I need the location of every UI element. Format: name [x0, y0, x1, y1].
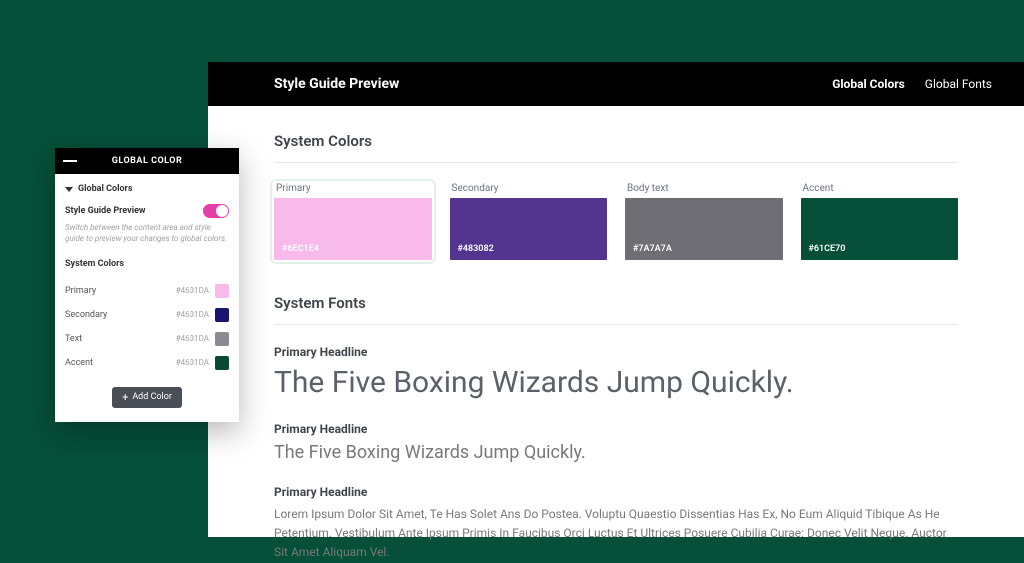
font-label: Primary Headline: [274, 485, 958, 499]
panel-subtitle: System Colors: [65, 259, 229, 269]
style-guide-preview-toggle-row: Style Guide Preview: [65, 204, 229, 218]
font-block-primary-lg: Primary Headline The Five Boxing Wizards…: [274, 345, 958, 400]
color-hex: #4631DA: [176, 358, 209, 367]
preview-title: Style Guide Preview: [274, 76, 399, 92]
divider: [274, 324, 958, 325]
swatch-row: Primary #6EC1E4 Secondary #483082 Body t…: [274, 183, 958, 260]
color-hex: #4631DA: [176, 334, 209, 343]
color-chip[interactable]: [215, 308, 229, 322]
nav-global-fonts[interactable]: Global Fonts: [925, 77, 992, 91]
plus-icon: +: [122, 392, 128, 403]
color-hex: #4631DA: [176, 286, 209, 295]
color-hex: #4631DA: [176, 310, 209, 319]
swatch-color: #483082: [450, 198, 608, 260]
system-fonts-title: System Fonts: [274, 294, 958, 312]
font-sample: The Five Boxing Wizards Jump Quickly.: [274, 365, 958, 400]
swatch-hex: #483082: [458, 244, 494, 254]
preview-header: Style Guide Preview Global Colors Global…: [208, 62, 1024, 106]
color-row-text[interactable]: Text #4631DA: [65, 327, 229, 351]
toggle-hint: Switch between the content area and styl…: [65, 223, 229, 245]
swatch-label: Primary: [274, 183, 432, 194]
swatch-color: #6EC1E4: [274, 198, 432, 260]
swatch-label: Accent: [801, 183, 959, 194]
divider: [274, 162, 958, 163]
font-label: Primary Headline: [274, 345, 958, 359]
color-row-primary[interactable]: Primary #4631DA: [65, 279, 229, 303]
swatch-secondary[interactable]: Secondary #483082: [450, 183, 608, 260]
swatch-label: Secondary: [450, 183, 608, 194]
color-name: Secondary: [65, 310, 107, 320]
color-name: Primary: [65, 286, 96, 296]
swatch-hex: #61CE70: [809, 244, 846, 254]
global-color-panel: GLOBAL COLOR Global Colors Style Guide P…: [55, 148, 239, 422]
swatch-label: Body text: [625, 183, 783, 194]
font-sample: Lorem Ipsum Dolor Sit Amet, Te Has Solet…: [274, 505, 958, 563]
style-guide-preview-toggle[interactable]: [203, 204, 229, 218]
panel-header: GLOBAL COLOR: [55, 148, 239, 174]
caret-down-icon: [65, 187, 73, 192]
color-chip[interactable]: [215, 332, 229, 346]
preview-body: System Colors Primary #6EC1E4 Secondary …: [208, 106, 1024, 563]
swatch-hex: #7A7A7A: [633, 244, 672, 254]
swatch-color: #7A7A7A: [625, 198, 783, 260]
color-list: Primary #4631DA Secondary #4631DA Text #…: [65, 279, 229, 375]
color-name: Accent: [65, 358, 93, 368]
apps-grid-icon[interactable]: [217, 154, 231, 168]
system-colors-title: System Colors: [274, 132, 958, 150]
nav-global-colors[interactable]: Global Colors: [832, 77, 905, 91]
menu-icon[interactable]: [63, 154, 77, 168]
style-guide-preview-window: Style Guide Preview Global Colors Global…: [208, 62, 1024, 537]
panel-title: GLOBAL COLOR: [112, 156, 182, 166]
add-color-label: Add Color: [132, 392, 172, 402]
swatch-primary[interactable]: Primary #6EC1E4: [274, 183, 432, 260]
swatch-accent[interactable]: Accent #61CE70: [801, 183, 959, 260]
font-sample: The Five Boxing Wizards Jump Quickly.: [274, 442, 958, 463]
color-chip[interactable]: [215, 284, 229, 298]
toggle-label: Style Guide Preview: [65, 206, 146, 216]
swatch-hex: #6EC1E4: [282, 244, 319, 254]
global-colors-dropdown[interactable]: Global Colors: [65, 184, 229, 194]
panel-body: Global Colors Style Guide Preview Switch…: [55, 174, 239, 422]
preview-nav: Global Colors Global Fonts: [832, 77, 992, 91]
color-row-accent[interactable]: Accent #4631DA: [65, 351, 229, 375]
add-color-button[interactable]: + Add Color: [112, 387, 182, 408]
color-chip[interactable]: [215, 356, 229, 370]
color-name: Text: [65, 334, 82, 344]
font-block-body: Primary Headline Lorem Ipsum Dolor Sit A…: [274, 485, 958, 563]
swatch-body-text[interactable]: Body text #7A7A7A: [625, 183, 783, 260]
color-row-secondary[interactable]: Secondary #4631DA: [65, 303, 229, 327]
font-label: Primary Headline: [274, 422, 958, 436]
font-block-primary-md: Primary Headline The Five Boxing Wizards…: [274, 422, 958, 463]
dropdown-label: Global Colors: [78, 184, 132, 194]
swatch-color: #61CE70: [801, 198, 959, 260]
